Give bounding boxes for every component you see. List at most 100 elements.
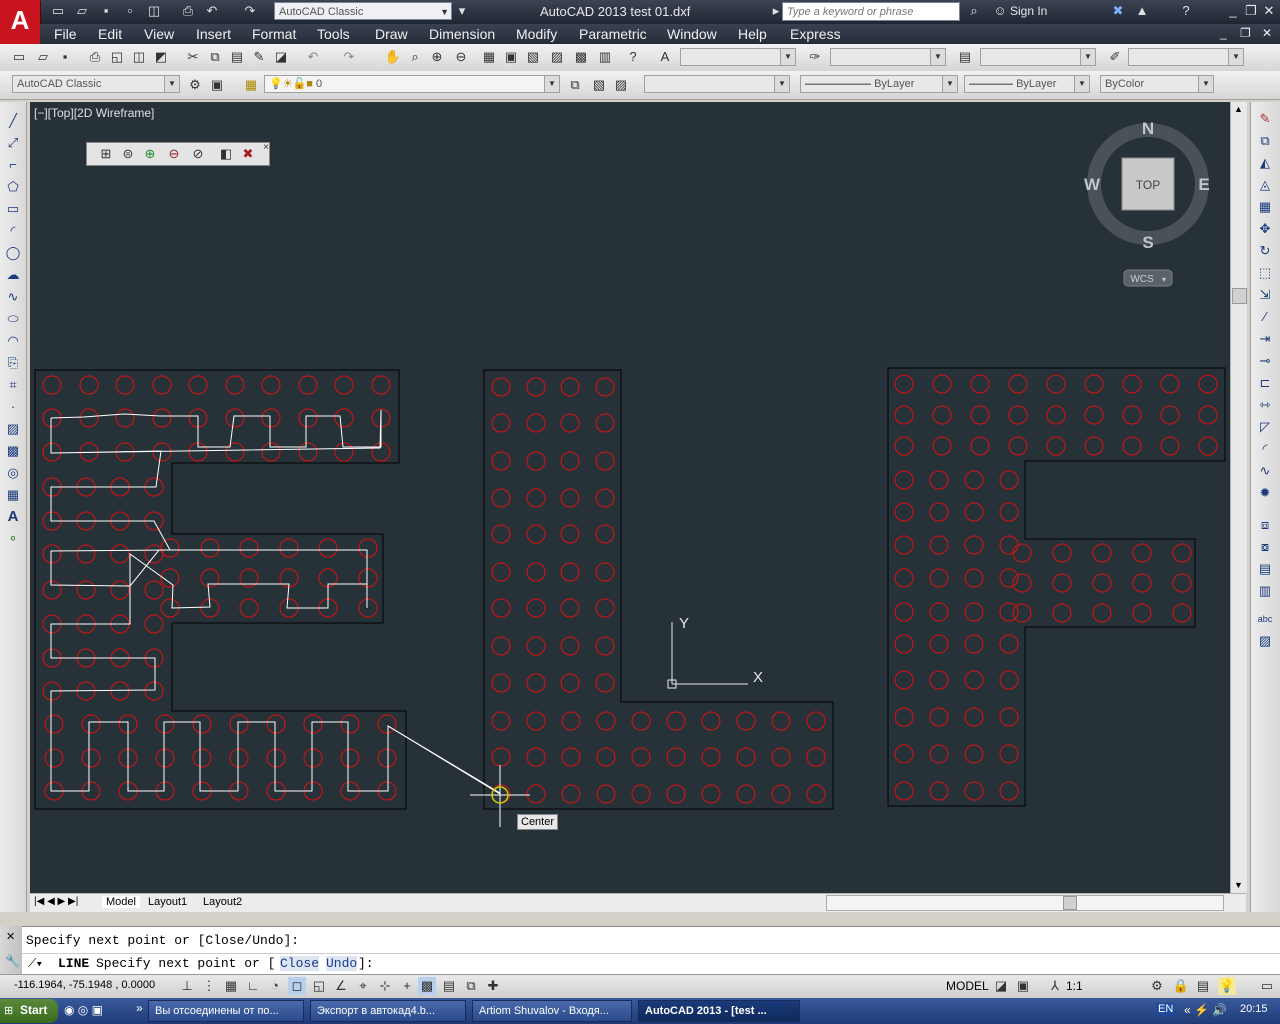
drill-hole-circle[interactable] bbox=[1008, 374, 1028, 394]
user-icon[interactable]: ☺ bbox=[992, 3, 1008, 19]
drill-hole-circle[interactable] bbox=[229, 748, 249, 768]
drill-hole-circle[interactable] bbox=[526, 673, 546, 693]
viewcube-top-face[interactable]: TOP bbox=[1136, 178, 1160, 192]
drill-hole-circle[interactable] bbox=[999, 535, 1019, 555]
drill-hole-circle[interactable] bbox=[1046, 436, 1066, 456]
drill-hole-circle[interactable] bbox=[377, 748, 397, 768]
drill-hole-circle[interactable] bbox=[42, 375, 62, 395]
drill-hole-circle[interactable] bbox=[666, 711, 686, 731]
drill-hole-circle[interactable] bbox=[155, 714, 175, 734]
multiline-text-icon[interactable]: A bbox=[4, 508, 22, 526]
drill-hole-circle[interactable] bbox=[894, 602, 914, 622]
menu-parametric[interactable]: Parametric bbox=[579, 26, 647, 42]
drill-hole-circle[interactable] bbox=[561, 784, 581, 804]
drill-hole-circle[interactable] bbox=[932, 405, 952, 425]
drill-hole-circle[interactable] bbox=[631, 784, 651, 804]
drill-hole-circle[interactable] bbox=[929, 535, 949, 555]
tab-layout1[interactable]: Layout1 bbox=[148, 896, 187, 908]
drill-hole-circle[interactable] bbox=[115, 375, 135, 395]
close-icon[interactable]: × bbox=[257, 139, 275, 157]
drill-hole-circle[interactable] bbox=[79, 375, 99, 395]
drill-hole-circle[interactable] bbox=[929, 707, 949, 727]
drill-hole-circle[interactable] bbox=[964, 634, 984, 654]
drill-hole-circle[interactable] bbox=[110, 544, 130, 564]
gradient-icon[interactable]: ▩ bbox=[4, 442, 22, 460]
drill-hole-circle[interactable] bbox=[239, 538, 259, 558]
dynamic-input-icon[interactable]: ⊹ bbox=[376, 977, 394, 995]
drill-hole-circle[interactable] bbox=[595, 598, 615, 618]
scale-icon[interactable]: ⬚ bbox=[1256, 264, 1274, 282]
drill-hole-circle[interactable] bbox=[526, 377, 546, 397]
drill-hole-circle[interactable] bbox=[279, 538, 299, 558]
menu-express[interactable]: Express bbox=[790, 26, 841, 42]
drill-hole-circle[interactable] bbox=[595, 636, 615, 656]
drill-hole-circle[interactable] bbox=[340, 748, 360, 768]
clean-screen-icon[interactable]: ▭ bbox=[1258, 977, 1276, 995]
coordinates-display[interactable]: -116.1964, -75.1948 , 0.0000 bbox=[14, 979, 155, 991]
layer-state-icon[interactable]: ▨ bbox=[612, 76, 630, 94]
drill-hole-circle[interactable] bbox=[964, 568, 984, 588]
drill-hole-circle[interactable] bbox=[701, 711, 721, 731]
make-block-icon[interactable]: ⌗ bbox=[4, 376, 22, 394]
drill-hole-circle[interactable] bbox=[152, 442, 172, 462]
text-front-icon[interactable]: abc bbox=[1256, 610, 1274, 628]
workspace-combo[interactable]: AutoCAD Classic ▼ bbox=[12, 75, 180, 93]
region-icon[interactable]: ◎ bbox=[4, 464, 22, 482]
join-icon[interactable]: ⇿ bbox=[1256, 396, 1274, 414]
point-icon[interactable]: · bbox=[4, 398, 22, 416]
drill-hole-circle[interactable] bbox=[526, 451, 546, 471]
selection-cycling-icon[interactable]: ⧉ bbox=[462, 977, 480, 995]
drill-hole-circle[interactable] bbox=[42, 544, 62, 564]
drill-hole-circle[interactable] bbox=[964, 602, 984, 622]
drill-hole-circle[interactable] bbox=[561, 711, 581, 731]
drill-hole-circle[interactable] bbox=[595, 488, 615, 508]
drill-hole-circle[interactable] bbox=[894, 670, 914, 690]
customize-quick-access-icon[interactable]: ▾ bbox=[454, 3, 470, 19]
color-control-select[interactable]: ▼ bbox=[644, 75, 790, 93]
drill-hole-circle[interactable] bbox=[491, 562, 511, 582]
drill-hole-circle[interactable] bbox=[491, 488, 511, 508]
application-menu-button[interactable]: A bbox=[0, 0, 40, 44]
send-under-icon[interactable]: ▥ bbox=[1256, 582, 1274, 600]
match-properties-icon[interactable]: ✎ bbox=[250, 48, 268, 66]
quick-view-drawings-icon[interactable]: ▣ bbox=[1014, 977, 1032, 995]
viewport-controls-label[interactable]: [−][Top][2D Wireframe] bbox=[34, 106, 154, 120]
drill-hole-circle[interactable] bbox=[560, 636, 580, 656]
drill-hole-circle[interactable] bbox=[115, 408, 135, 428]
workspace-save-icon[interactable]: ▣ bbox=[208, 76, 226, 94]
drill-hole-circle[interactable] bbox=[666, 747, 686, 767]
drill-hole-circle[interactable] bbox=[964, 470, 984, 490]
drill-hole-circle[interactable] bbox=[340, 714, 360, 734]
task-browser[interactable]: Вы отсоединены от по... bbox=[148, 1000, 304, 1022]
rectangle-icon[interactable]: ▭ bbox=[4, 200, 22, 218]
copy-object-icon[interactable]: ⧉ bbox=[1256, 132, 1274, 150]
drill-hole-circle[interactable] bbox=[560, 598, 580, 618]
redo-icon[interactable]: ↷ bbox=[242, 3, 258, 19]
compass-south[interactable]: S bbox=[1142, 233, 1153, 252]
3d-dwf-icon[interactable]: ◩ bbox=[152, 48, 170, 66]
bring-above-icon[interactable]: ▤ bbox=[1256, 560, 1274, 578]
search-input[interactable]: Type a keyword or phrase bbox=[782, 2, 960, 21]
drill-hole-circle[interactable] bbox=[1160, 405, 1180, 425]
drill-hole-circle[interactable] bbox=[1172, 543, 1192, 563]
fillet-icon[interactable]: ◜ bbox=[1256, 440, 1274, 458]
task-mail[interactable]: Artiom Shuvalov - Входя... bbox=[472, 1000, 632, 1022]
tab-model[interactable]: Model bbox=[102, 896, 140, 908]
quick-properties-icon[interactable]: ▤ bbox=[440, 977, 458, 995]
drill-hole-circle[interactable] bbox=[1172, 603, 1192, 623]
drill-hole-circle[interactable] bbox=[929, 602, 949, 622]
drill-hole-circle[interactable] bbox=[1012, 573, 1032, 593]
markup-icon[interactable]: ▩ bbox=[572, 48, 590, 66]
drill-hole-circle[interactable] bbox=[358, 598, 378, 618]
vertical-scrollbar[interactable]: ▲ ▼ bbox=[1230, 102, 1247, 893]
drill-hole-circle[interactable] bbox=[964, 670, 984, 690]
drill-hole-circle[interactable] bbox=[595, 451, 615, 471]
construction-line-icon[interactable]: ⤢ bbox=[4, 134, 22, 152]
drill-hole-circle[interactable] bbox=[929, 634, 949, 654]
hatch-back-icon[interactable]: ▨ bbox=[1256, 632, 1274, 650]
drill-hole-circle[interactable] bbox=[595, 413, 615, 433]
menu-file[interactable]: File bbox=[54, 26, 77, 42]
drill-hole-circle[interactable] bbox=[771, 711, 791, 731]
drill-hole-circle[interactable] bbox=[144, 681, 164, 701]
drill-hole-circle[interactable] bbox=[595, 673, 615, 693]
